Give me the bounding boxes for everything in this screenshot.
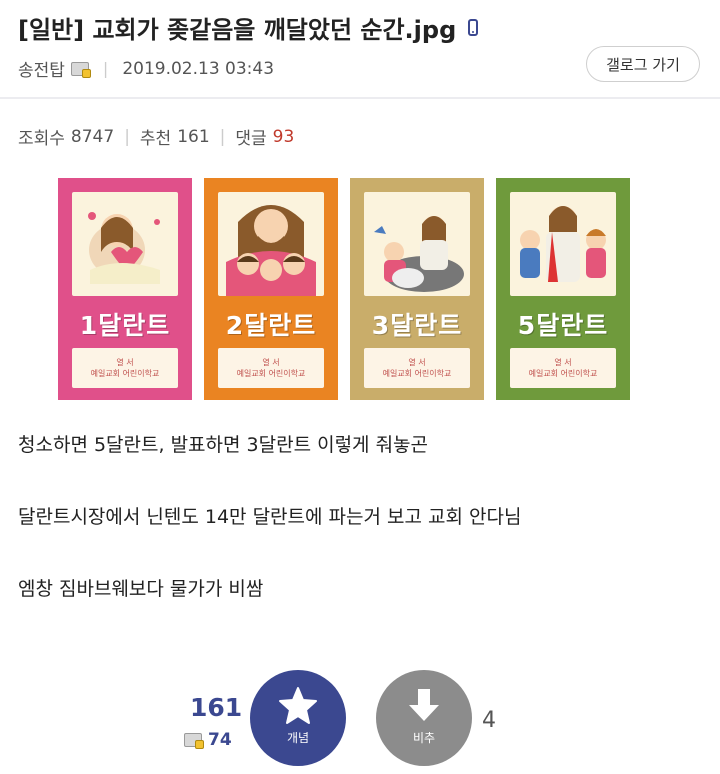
card-illustration <box>72 192 178 296</box>
fixed-upvote-value: 74 <box>208 730 232 750</box>
meta-divider: | <box>102 59 109 78</box>
card-footer: 열 서 예일교회 어린이학교 <box>364 348 470 388</box>
body-line: 달란트시장에서 닌텐도 14만 달란트에 파는거 보고 교회 안다님 <box>18 506 522 528</box>
recommend-label: 추천 <box>139 129 172 149</box>
card-label: 2달란트 <box>225 311 317 340</box>
comments-label[interactable]: 댓글 <box>235 124 266 149</box>
author-name[interactable]: 송전탑 <box>18 56 65 81</box>
card-footer-line: 열 서 <box>554 358 572 367</box>
gallery-button[interactable]: 갤로그 가기 <box>586 46 700 82</box>
body-line: 엠창 짐바브웨보다 물가가 비쌈 <box>18 578 264 600</box>
comments-count[interactable]: 93 <box>273 127 295 147</box>
card-illustration <box>510 192 616 296</box>
post-title: [일반] 교회가 좆같음을 깨달았던 순간.jpg <box>18 10 479 45</box>
card-footer-line: 열 서 <box>262 358 280 367</box>
post-date: 2019.02.13 03:43 <box>122 58 275 79</box>
talent-cards-image[interactable]: 1달란트 열 서 예일교회 어린이학교 2달란트 열 서 예일교회 어린이학교 <box>58 178 630 400</box>
card-footer-line: 열 서 <box>116 358 134 367</box>
card-footer-line: 예일교회 어린이학교 <box>382 369 452 378</box>
card-label: 1달란트 <box>79 311 171 340</box>
downvote-count: 4 <box>482 708 496 733</box>
views-count: 8747 <box>70 126 115 147</box>
upvote-label: 개념 <box>286 730 310 745</box>
header-divider <box>0 97 720 99</box>
body-line: 청소하면 5달란트, 발표하면 3달란트 이렇게 줘놓곤 <box>18 434 429 456</box>
upvote-button[interactable]: 개념 <box>250 670 346 766</box>
talent-card: 2달란트 열 서 예일교회 어린이학교 <box>204 178 338 400</box>
stats-divider: | <box>219 126 226 147</box>
post-meta: 송전탑 | 2019.02.13 03:43 <box>18 56 275 82</box>
card-label: 5달란트 <box>517 311 609 340</box>
star-icon <box>279 686 317 724</box>
views-label: 조회수 <box>18 129 65 149</box>
down-arrow-icon <box>409 688 439 721</box>
card-illustration <box>218 192 324 296</box>
phone-icon <box>468 19 479 36</box>
talent-card: 3달란트 열 서 예일교회 어린이학교 <box>350 178 484 400</box>
card-footer-line: 열 서 <box>408 358 426 367</box>
card-footer: 열 서 예일교회 어린이학교 <box>72 348 178 388</box>
user-icon <box>70 61 91 78</box>
downvote-button[interactable]: 비추 <box>376 670 472 766</box>
card-illustration <box>364 192 470 296</box>
card-footer-line: 예일교회 어린이학교 <box>90 369 160 378</box>
upvote-count: 161 <box>190 693 243 722</box>
card-footer-line: 예일교회 어린이학교 <box>528 369 598 378</box>
post-title-text: [일반] 교회가 좆같음을 깨달았던 순간.jpg <box>18 16 457 44</box>
stats-divider: | <box>124 126 130 147</box>
card-footer-line: 예일교회 어린이학교 <box>236 369 306 378</box>
recommend-count: 161 <box>177 126 210 147</box>
user-icon <box>184 733 204 749</box>
card-footer: 열 서 예일교회 어린이학교 <box>218 348 324 388</box>
post-header: [일반] 교회가 좆같음을 깨달았던 순간.jpg 송전탑 | 2019.02.… <box>0 0 720 98</box>
post-stats: 조회수 8747 | 추천 161 | 댓글 93 <box>18 124 295 150</box>
card-footer: 열 서 예일교회 어린이학교 <box>510 348 616 388</box>
talent-card: 1달란트 열 서 예일교회 어린이학교 <box>58 178 192 400</box>
fixed-upvote-count: 74 <box>184 730 232 750</box>
card-label: 3달란트 <box>371 311 463 340</box>
downvote-label: 비추 <box>412 730 436 745</box>
talent-card: 5달란트 열 서 예일교회 어린이학교 <box>496 178 630 400</box>
